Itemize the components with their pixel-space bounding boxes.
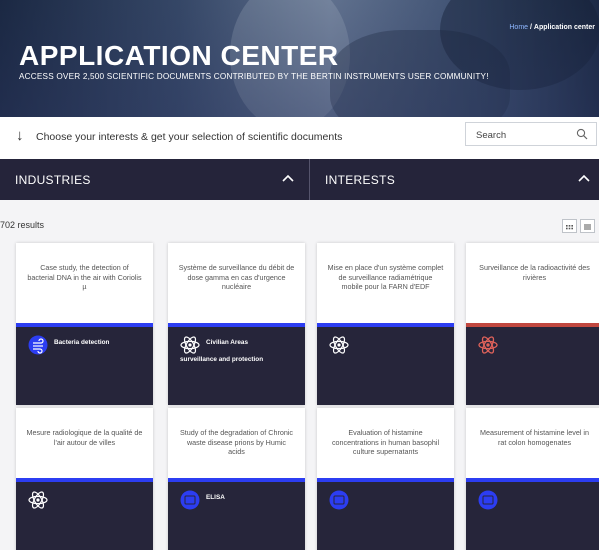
atom-icon [478, 336, 498, 354]
document-card[interactable]: Evaluation of histamine concentrations i… [317, 408, 454, 550]
card-tag-continued: surveillance and protection [180, 356, 264, 363]
plate-icon [329, 490, 349, 510]
document-card[interactable]: Surveillance de la radioactivité des riv… [466, 243, 599, 405]
atom-icon [28, 491, 48, 509]
card-accent-band [317, 323, 454, 327]
filter-interests[interactable]: INTERESTS [310, 159, 599, 200]
air-flow-icon [28, 335, 48, 355]
plate-icon [180, 490, 200, 510]
page: Home / Application center APPLICATION CE… [0, 0, 599, 550]
card-accent-band [466, 478, 599, 482]
filter-industries-label: INDUSTRIES [15, 173, 91, 187]
document-card[interactable]: Mise en place d'un système complet de su… [317, 243, 454, 405]
card-footer [317, 323, 454, 405]
document-card[interactable]: Mesure radiologique de la qualité de l'a… [16, 408, 153, 550]
card-footer [317, 478, 454, 550]
card-footer [466, 323, 599, 405]
card-title: Mise en place d'un système complet de su… [327, 263, 444, 291]
filter-interests-label: INTERESTS [325, 173, 396, 187]
card-footer: Civilian Areas surveillance and protecti… [168, 323, 305, 405]
document-card[interactable]: Study of the degradation of Chronic wast… [168, 408, 305, 550]
search-input[interactable] [466, 123, 578, 147]
card-footer: ELISA [168, 478, 305, 550]
card-accent-band [168, 323, 305, 327]
breadcrumb-home-link[interactable]: Home [509, 24, 528, 31]
grid-view-icon [566, 225, 573, 230]
filter-bar: INDUSTRIES INTERESTS [0, 159, 599, 200]
card-title: Measurement of histamine level in rat co… [479, 428, 590, 447]
atom-icon [329, 336, 349, 354]
atom-icon [180, 336, 200, 354]
card-tag: Civilian Areas [206, 339, 249, 346]
card-accent-band [466, 323, 599, 327]
card-title: Système de surveillance du débit de dose… [178, 263, 295, 291]
filter-intro-text: Choose your interests & get your selecti… [36, 131, 343, 143]
card-title: Evaluation of histamine concentrations i… [331, 428, 440, 456]
breadcrumb-separator: / [530, 24, 532, 31]
card-accent-band [16, 478, 153, 482]
card-accent-band [16, 323, 153, 327]
card-accent-band [168, 478, 305, 482]
card-accent-band [317, 478, 454, 482]
plate-icon [478, 490, 498, 510]
hero-banner: Home / Application center APPLICATION CE… [0, 0, 599, 117]
breadcrumb: Home / Application center [509, 24, 595, 31]
card-title: Mesure radiologique de la qualité de l'a… [26, 428, 143, 447]
filter-industries[interactable]: INDUSTRIES [0, 159, 310, 200]
card-tag: ELISA [206, 494, 225, 501]
page-title: APPLICATION CENTER [19, 40, 339, 71]
arrow-down-icon: ↓ [16, 127, 24, 144]
document-card[interactable]: Measurement of histamine level in rat co… [466, 408, 599, 550]
page-subtitle: ACCESS OVER 2,500 SCIENTIFIC DOCUMENTS C… [19, 72, 489, 81]
search-box [465, 122, 597, 147]
card-footer [466, 478, 599, 550]
search-icon[interactable] [576, 128, 588, 140]
card-title: Surveillance de la radioactivité des riv… [479, 263, 590, 282]
results-count: 702 results [0, 220, 45, 230]
list-view-button[interactable] [580, 219, 595, 233]
card-footer: Bacteria detection [16, 323, 153, 405]
chevron-up-icon[interactable] [280, 171, 296, 187]
document-card[interactable]: Système de surveillance du débit de dose… [168, 243, 305, 405]
card-title: Study of the degradation of Chronic wast… [179, 428, 294, 456]
breadcrumb-current: Application center [533, 24, 595, 31]
card-tag: Bacteria detection [54, 339, 110, 346]
document-card[interactable]: Case study, the detection of bacterial D… [16, 243, 153, 405]
chevron-up-icon[interactable] [576, 171, 592, 187]
grid-view-button[interactable] [562, 219, 577, 233]
card-footer [16, 478, 153, 550]
card-title: Case study, the detection of bacterial D… [27, 263, 142, 291]
list-view-icon [584, 224, 591, 230]
